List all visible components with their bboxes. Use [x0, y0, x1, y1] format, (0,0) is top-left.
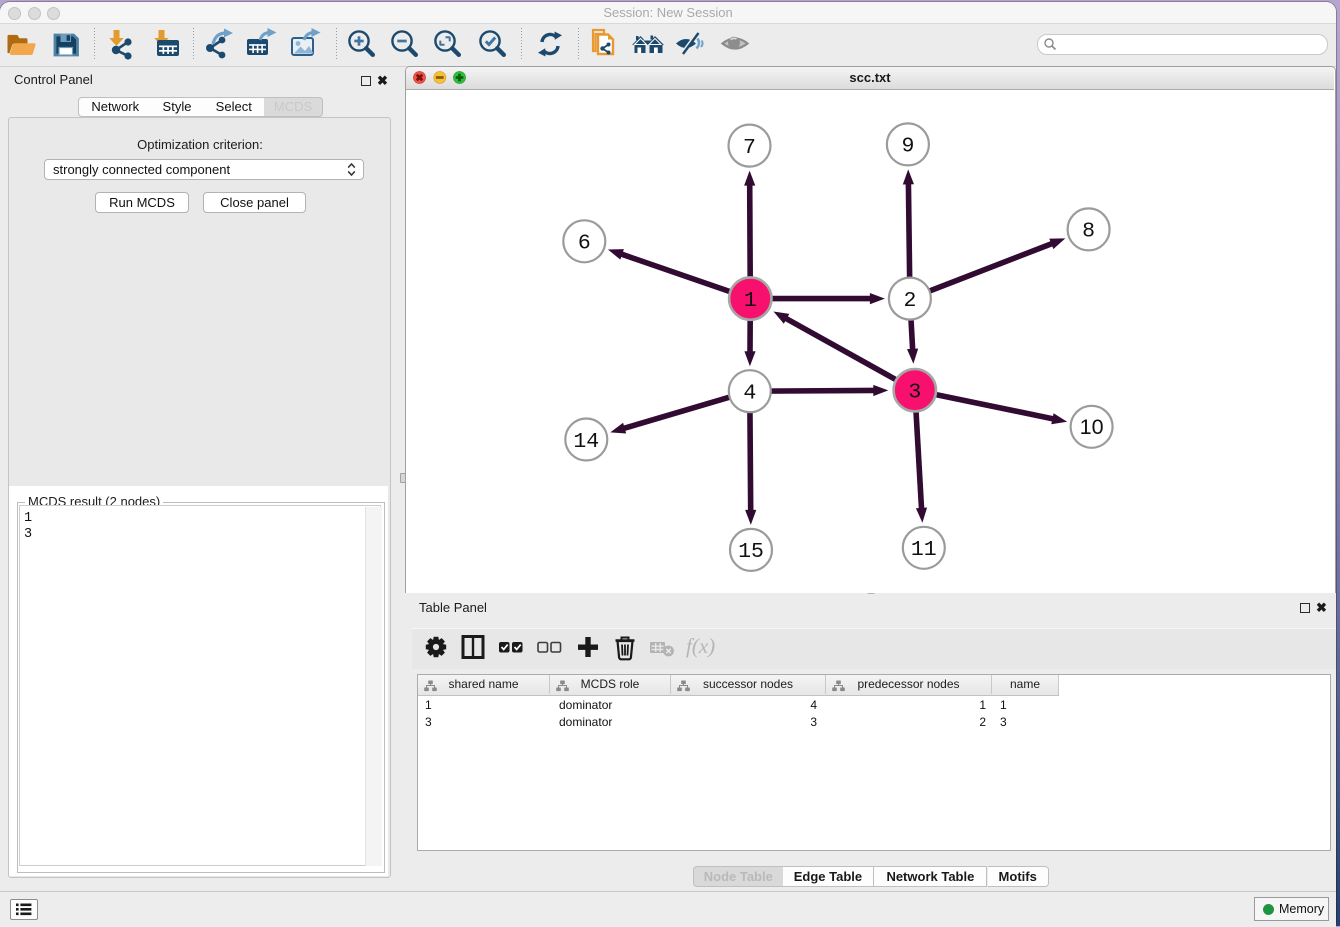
svg-text:15: 15	[738, 540, 764, 564]
svg-text:8: 8	[1082, 220, 1095, 244]
svg-text:9: 9	[901, 135, 914, 159]
svg-text:2: 2	[903, 289, 916, 313]
svg-text:7: 7	[743, 136, 756, 160]
svg-text:6: 6	[578, 232, 591, 256]
svg-text:10: 10	[1080, 415, 1104, 439]
svg-text:4: 4	[743, 382, 756, 406]
svg-text:11: 11	[911, 538, 937, 562]
svg-text:14: 14	[573, 430, 599, 454]
svg-text:3: 3	[908, 381, 921, 405]
svg-text:1: 1	[744, 289, 757, 313]
